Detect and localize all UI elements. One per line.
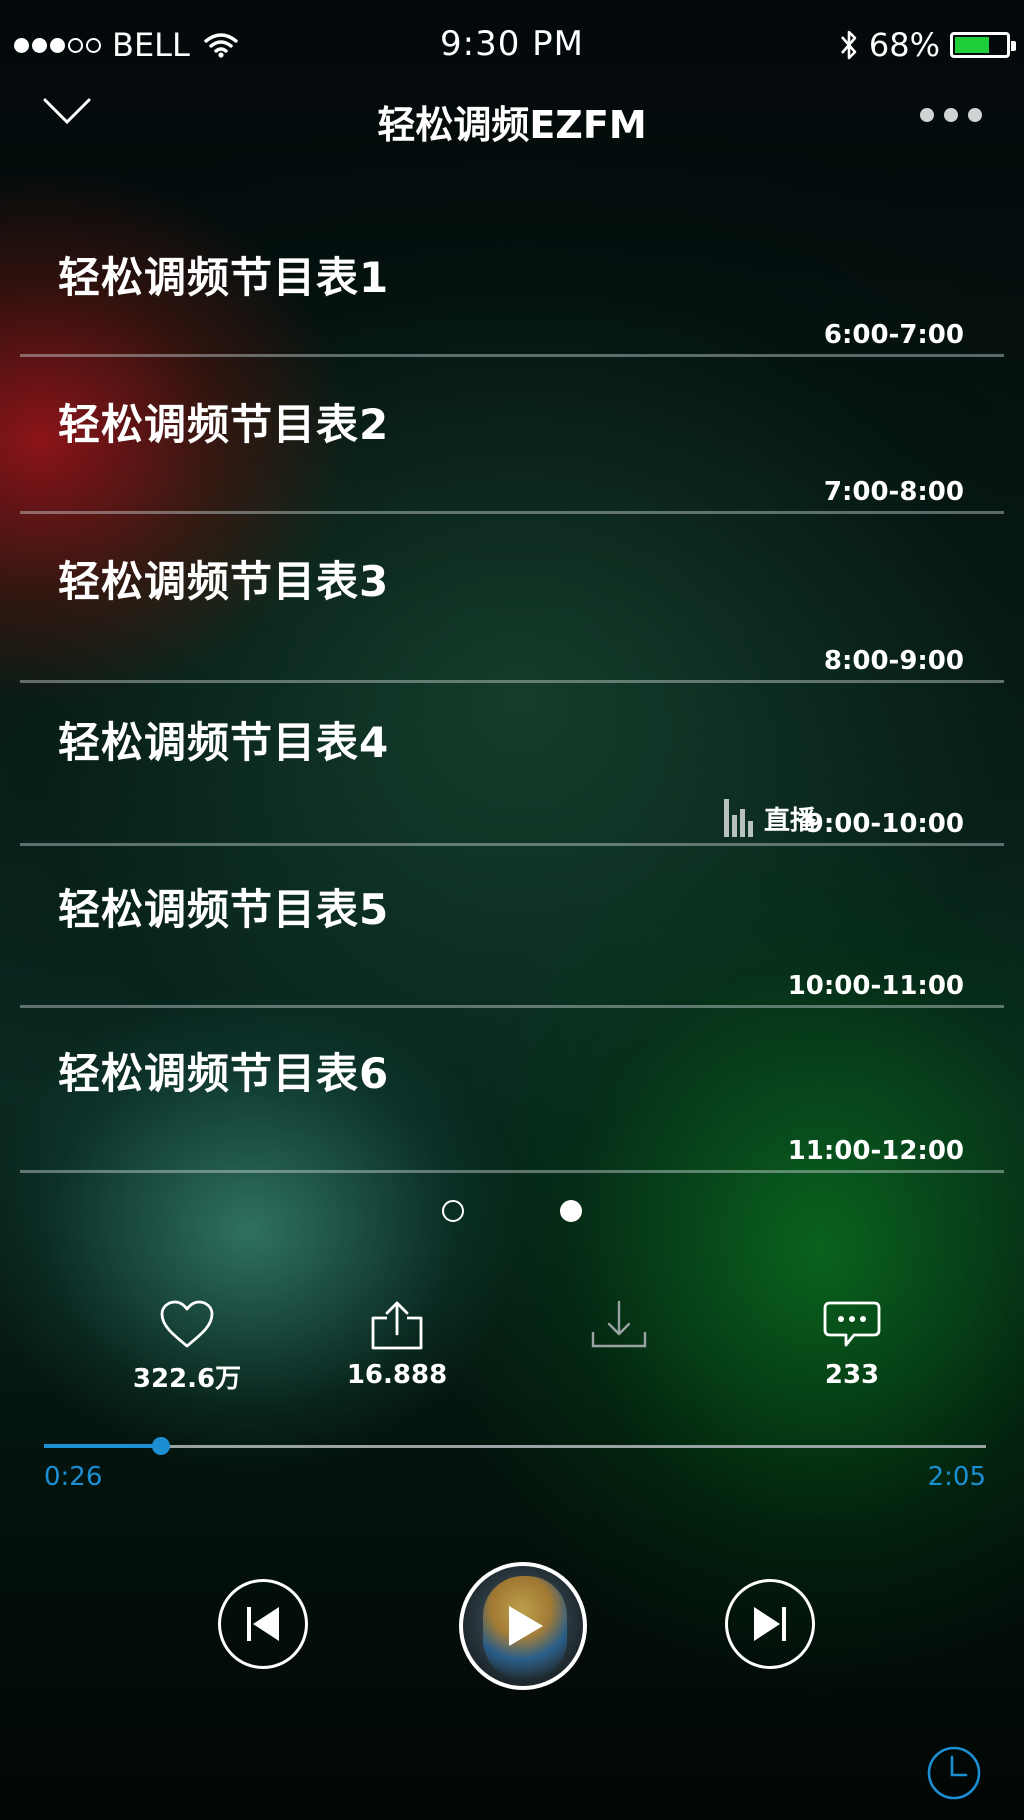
share-count: 16.888 xyxy=(346,1360,448,1390)
more-dots-icon[interactable] xyxy=(910,108,982,122)
progress-slider[interactable] xyxy=(44,1432,986,1462)
schedule-list: 轻松调频节目表1 6:00-7:00 轻松调频节目表2 7:00-8:00 轻松… xyxy=(20,210,1004,1173)
page-dot-2[interactable] xyxy=(560,1200,582,1222)
heart-icon xyxy=(160,1300,214,1348)
program-title: 轻松调频节目表2 xyxy=(58,400,390,449)
skip-previous-icon xyxy=(247,1607,279,1641)
total-time: 2:05 xyxy=(927,1462,986,1492)
schedule-row[interactable]: 轻松调频节目表2 7:00-8:00 xyxy=(20,357,1004,514)
program-title: 轻松调频节目表4 xyxy=(58,718,390,767)
program-time: 8:00-9:00 xyxy=(823,646,964,676)
program-time: 9:00-10:00 xyxy=(805,809,964,839)
program-title: 轻松调频节目表6 xyxy=(58,1049,390,1098)
comment-count: 233 xyxy=(824,1360,880,1390)
program-time: 7:00-8:00 xyxy=(823,477,964,507)
previous-button[interactable] xyxy=(218,1579,308,1669)
playback-controls xyxy=(0,1560,1024,1690)
program-title: 轻松调频节目表1 xyxy=(58,253,390,302)
live-badge: 直播 xyxy=(723,799,816,837)
share-button[interactable]: 16.888 xyxy=(317,1300,477,1390)
page-dot-1[interactable] xyxy=(442,1200,464,1222)
like-count: 322.6万 xyxy=(132,1364,242,1394)
download-icon xyxy=(591,1300,647,1348)
next-button[interactable] xyxy=(725,1579,815,1669)
play-icon xyxy=(509,1606,543,1646)
battery-percent: 68% xyxy=(868,26,940,64)
battery-icon xyxy=(950,32,1016,58)
schedule-row[interactable]: 轻松调频节目表6 11:00-12:00 xyxy=(20,1008,1004,1173)
program-title: 轻松调频节目表3 xyxy=(58,557,390,606)
progress-played xyxy=(44,1444,161,1448)
program-time: 6:00-7:00 xyxy=(823,320,964,350)
download-button[interactable] xyxy=(539,1300,699,1360)
skip-next-icon xyxy=(754,1607,786,1641)
clock-icon[interactable] xyxy=(926,1745,982,1801)
page-title: 轻松调频EZFM xyxy=(377,103,647,147)
elapsed-time: 0:26 xyxy=(44,1462,103,1492)
program-time: 11:00-12:00 xyxy=(787,1136,964,1166)
battery-fill xyxy=(955,37,989,53)
progress-track xyxy=(44,1445,986,1448)
schedule-row[interactable]: 轻松调频节目表5 10:00-11:00 xyxy=(20,846,1004,1008)
progress-knob[interactable] xyxy=(151,1437,170,1455)
bluetooth-icon xyxy=(840,30,857,60)
comment-icon xyxy=(823,1301,881,1347)
comment-button[interactable]: 233 xyxy=(772,1300,932,1390)
nav-bar: 轻松调频EZFM xyxy=(0,92,1024,172)
share-icon xyxy=(371,1301,423,1350)
schedule-row[interactable]: 轻松调频节目表1 6:00-7:00 xyxy=(20,210,1004,357)
schedule-row[interactable]: 轻松调频节目表3 8:00-9:00 xyxy=(20,514,1004,683)
action-bar: 322.6万 16.888 233 xyxy=(0,1300,1024,1400)
program-title: 轻松调频节目表5 xyxy=(58,885,390,934)
page-indicator xyxy=(0,1200,1024,1222)
like-button[interactable]: 322.6万 xyxy=(107,1300,267,1395)
program-time: 10:00-11:00 xyxy=(787,971,964,1001)
live-equalizer-icon xyxy=(723,799,756,837)
schedule-row-live[interactable]: 轻松调频节目表4 直播 9:00-10:00 xyxy=(20,683,1004,846)
play-button[interactable] xyxy=(459,1562,587,1690)
status-bar: BELL 9:30 PM 68% xyxy=(0,0,1024,92)
status-right: 68% xyxy=(839,26,1016,64)
